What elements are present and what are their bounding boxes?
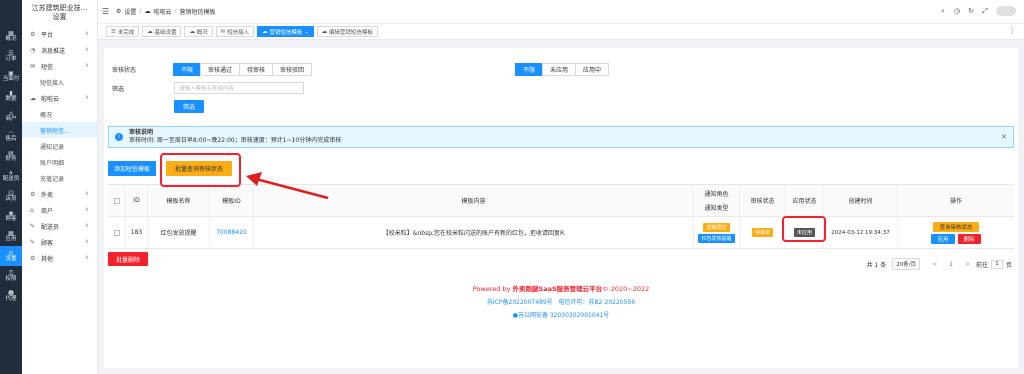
app-root: ▦ 概况 ☰ 订单 ▣ 当面付 ▮ 数据 ⌂ 商户 ◠ 售后 ▤ 财务 ✈ 配送员 ☺ 店员 ◉ 顾客 ▦ 应用 ⚙ 设置 ⚿ 权… bbox=[0, 0, 1024, 374]
annotation-arrow bbox=[246, 172, 329, 200]
